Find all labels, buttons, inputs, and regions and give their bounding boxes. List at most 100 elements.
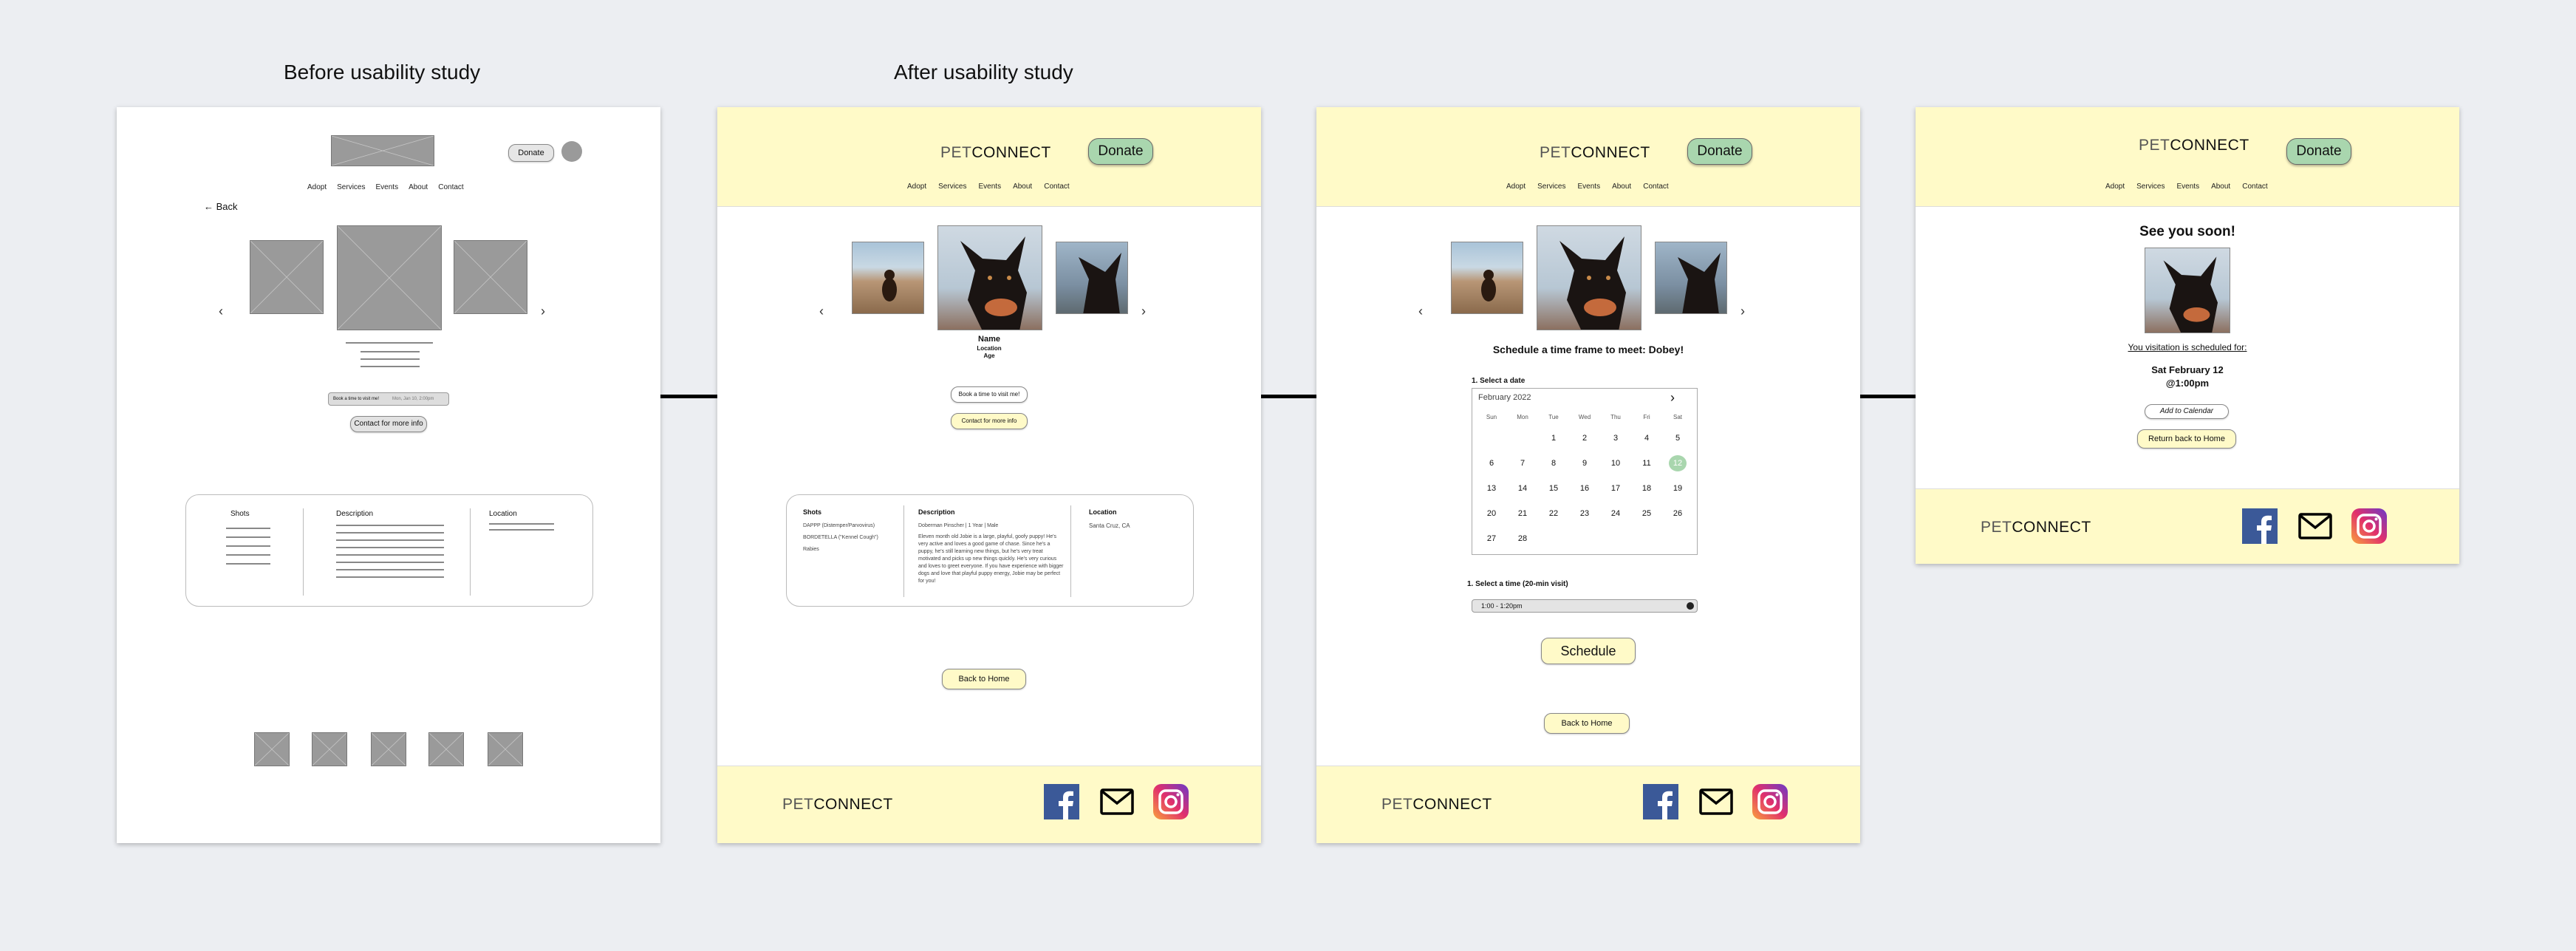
nav-services[interactable]: Services: [938, 183, 966, 191]
brand-logo[interactable]: PETCONNECT: [940, 144, 1051, 162]
facebook-icon[interactable]: [1643, 784, 1678, 819]
chevron-right-icon[interactable]: ›: [1740, 304, 1745, 319]
calendar-day[interactable]: 17: [1607, 480, 1624, 497]
book-visit-button[interactable]: Book a time to visit me!: [951, 386, 1028, 403]
nav-adopt[interactable]: Adopt: [1506, 183, 1526, 191]
instagram-icon[interactable]: [1153, 784, 1189, 819]
chevron-left-icon[interactable]: ‹: [819, 304, 824, 319]
back-home-button[interactable]: Back to Home: [942, 669, 1026, 689]
dog-photo-right[interactable]: [1056, 242, 1128, 314]
schedule-frame: PETCONNECT Donate Adopt Services Events …: [1316, 107, 1860, 843]
col-shots-title: Shots: [230, 510, 250, 518]
calendar-day[interactable]: 9: [1576, 455, 1593, 471]
calendar-day[interactable]: 18: [1638, 480, 1656, 497]
add-to-calendar-button[interactable]: Add to Calendar: [2145, 404, 2229, 419]
nav-events[interactable]: Events: [979, 183, 1002, 191]
calendar-day[interactable]: 22: [1545, 505, 1562, 522]
calendar-day[interactable]: 15: [1545, 480, 1562, 497]
nav-services[interactable]: Services: [1537, 183, 1565, 191]
mail-icon[interactable]: [2298, 513, 2332, 539]
nav-about[interactable]: About: [1013, 183, 1032, 191]
nav-services[interactable]: Services: [2136, 183, 2165, 191]
calendar-day[interactable]: 16: [1576, 480, 1593, 497]
contact-button[interactable]: Contact for more info: [951, 413, 1028, 429]
donate-button[interactable]: Donate: [508, 144, 554, 162]
dog-photo-right[interactable]: [1655, 242, 1727, 314]
donate-button[interactable]: Donate: [2286, 138, 2351, 165]
calendar-day[interactable]: 20: [1483, 505, 1500, 522]
calendar-day[interactable]: 2: [1576, 430, 1593, 446]
nav-events[interactable]: Events: [1578, 183, 1601, 191]
calendar-day[interactable]: 6: [1483, 455, 1500, 471]
back-home-button[interactable]: Back to Home: [1544, 713, 1630, 734]
calendar-day[interactable]: 12: [1669, 455, 1687, 471]
time-select[interactable]: 1:00 - 1:20pm: [1472, 599, 1698, 613]
col-description-title: Description: [336, 510, 374, 518]
nav-adopt[interactable]: Adopt: [2105, 183, 2125, 191]
dropdown-icon[interactable]: [1687, 602, 1694, 610]
dog-photo-left[interactable]: [1451, 242, 1523, 314]
nav-adopt[interactable]: Adopt: [307, 183, 327, 191]
brand-logo[interactable]: PETCONNECT: [2139, 137, 2249, 154]
calendar-day[interactable]: 3: [1607, 430, 1624, 446]
donate-button[interactable]: Donate: [1088, 138, 1153, 165]
time-value: 1:00 - 1:20pm: [1481, 602, 1523, 610]
calendar-day[interactable]: 7: [1514, 455, 1531, 471]
contact-button[interactable]: Contact for more info: [350, 416, 427, 432]
nav-events[interactable]: Events: [376, 183, 399, 191]
chevron-right-icon[interactable]: ›: [1670, 390, 1675, 406]
nav-contact[interactable]: Contact: [2242, 183, 2267, 191]
calendar-day[interactable]: 10: [1607, 455, 1624, 471]
chevron-right-icon[interactable]: ›: [1141, 304, 1146, 319]
calendar-day[interactable]: 4: [1638, 430, 1656, 446]
nav-contact[interactable]: Contact: [1643, 183, 1668, 191]
nav-contact[interactable]: Contact: [438, 183, 463, 191]
return-home-button[interactable]: Return back to Home: [2137, 429, 2236, 449]
facebook-icon[interactable]: [1044, 784, 1079, 819]
dog-photo-main[interactable]: [1537, 225, 1641, 330]
calendar-day[interactable]: 5: [1669, 430, 1687, 446]
instagram-icon[interactable]: [1752, 784, 1788, 819]
calendar-day[interactable]: 25: [1638, 505, 1656, 522]
brand-logo[interactable]: PETCONNECT: [1540, 144, 1650, 162]
dog-photo-main[interactable]: [937, 225, 1042, 330]
nav-contact[interactable]: Contact: [1044, 183, 1069, 191]
chevron-right-icon[interactable]: ›: [541, 304, 545, 319]
calendar-day[interactable]: 28: [1514, 531, 1531, 547]
footer-brand-logo[interactable]: PETCONNECT: [1981, 519, 2091, 536]
calendar-day[interactable]: 1: [1545, 430, 1562, 446]
footer-brand-logo[interactable]: PETCONNECT: [1381, 796, 1492, 814]
calendar-day[interactable]: 14: [1514, 480, 1531, 497]
booking-time[interactable]: Mon, Jan 10, 2:00pm: [392, 393, 434, 405]
calendar-day[interactable]: 23: [1576, 505, 1593, 522]
booking-row[interactable]: Book a time to visit me! Mon, Jan 10, 2:…: [328, 392, 449, 406]
nav-events[interactable]: Events: [2177, 183, 2200, 191]
nav-about[interactable]: About: [2211, 183, 2230, 191]
col-location-title: Location: [1089, 508, 1117, 516]
schedule-heading: Schedule a time frame to meet: Dobey!: [1492, 344, 1684, 355]
chevron-left-icon[interactable]: ‹: [1418, 304, 1423, 319]
calendar-day[interactable]: 13: [1483, 480, 1500, 497]
calendar-day[interactable]: 21: [1514, 505, 1531, 522]
calendar-day[interactable]: 24: [1607, 505, 1624, 522]
nav-about[interactable]: About: [409, 183, 428, 191]
calendar-day[interactable]: 8: [1545, 455, 1562, 471]
calendar-day[interactable]: 27: [1483, 531, 1500, 547]
chevron-left-icon[interactable]: ‹: [219, 304, 223, 319]
dog-photo-left[interactable]: [852, 242, 924, 314]
calendar-day[interactable]: 19: [1669, 480, 1687, 497]
nav-about[interactable]: About: [1612, 183, 1631, 191]
nav-adopt[interactable]: Adopt: [907, 183, 926, 191]
mail-icon[interactable]: [1100, 788, 1134, 815]
facebook-icon[interactable]: [2242, 508, 2278, 544]
instagram-icon[interactable]: [2351, 508, 2387, 544]
back-link[interactable]: ← Back: [204, 201, 238, 212]
calendar-day[interactable]: 26: [1669, 505, 1687, 522]
nav-services[interactable]: Services: [337, 183, 365, 191]
schedule-button[interactable]: Schedule: [1541, 638, 1636, 664]
avatar[interactable]: [561, 141, 582, 162]
footer-brand-logo[interactable]: PETCONNECT: [782, 796, 893, 814]
donate-button[interactable]: Donate: [1687, 138, 1752, 165]
mail-icon[interactable]: [1699, 788, 1733, 815]
calendar-day[interactable]: 11: [1638, 455, 1656, 471]
